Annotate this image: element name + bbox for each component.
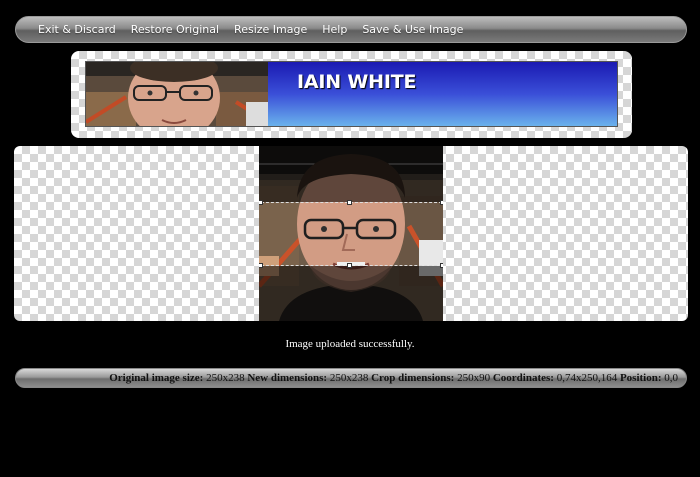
banner-preview: IAIN WHITE [85,61,618,127]
crop-mask-bottom [259,266,443,321]
banner-title: IAIN WHITE [297,71,417,93]
banner-photo [86,62,268,126]
crop-handle-bottom-left[interactable] [259,263,263,268]
image-info-bar: Original image size: 250x238 New dimensi… [15,368,687,388]
coordinates-value: 0,74x250,164 [556,372,618,384]
crop-handle-top-center[interactable] [347,200,352,205]
restore-original-button[interactable]: Restore Original [131,23,219,36]
crop-handle-top-right[interactable] [440,200,443,205]
original-size-value: 250x238 [206,372,245,384]
crop-selection[interactable] [259,200,443,268]
help-button[interactable]: Help [322,23,347,36]
crop-handle-top-left[interactable] [259,200,263,205]
coordinates-label: Coordinates: [492,372,554,384]
crop-dimensions-value: 250x90 [457,372,491,384]
exit-discard-button[interactable]: Exit & Discard [38,23,116,36]
crop-dimensions-label: Crop dimensions: [371,372,455,384]
crop-handle-bottom-right[interactable] [440,263,443,268]
position-value: 0,0 [664,372,678,384]
crop-handle-bottom-center[interactable] [347,263,352,268]
banner-preview-frame: IAIN WHITE [71,51,632,138]
new-dimensions-value: 250x238 [329,372,369,384]
top-toolbar: Exit & Discard Restore Original Resize I… [15,16,687,43]
source-image[interactable] [259,146,443,321]
crop-mask-top [259,146,443,202]
crop-editor-canvas [14,146,688,321]
save-use-image-button[interactable]: Save & Use Image [362,23,463,36]
resize-image-button[interactable]: Resize Image [234,23,307,36]
position-label: Position: [619,372,662,384]
original-size-label: Original image size: [109,372,204,384]
status-message: Image uploaded successfully. [285,338,415,350]
banner-title-area: IAIN WHITE [268,62,617,126]
new-dimensions-label: New dimensions: [247,372,328,384]
